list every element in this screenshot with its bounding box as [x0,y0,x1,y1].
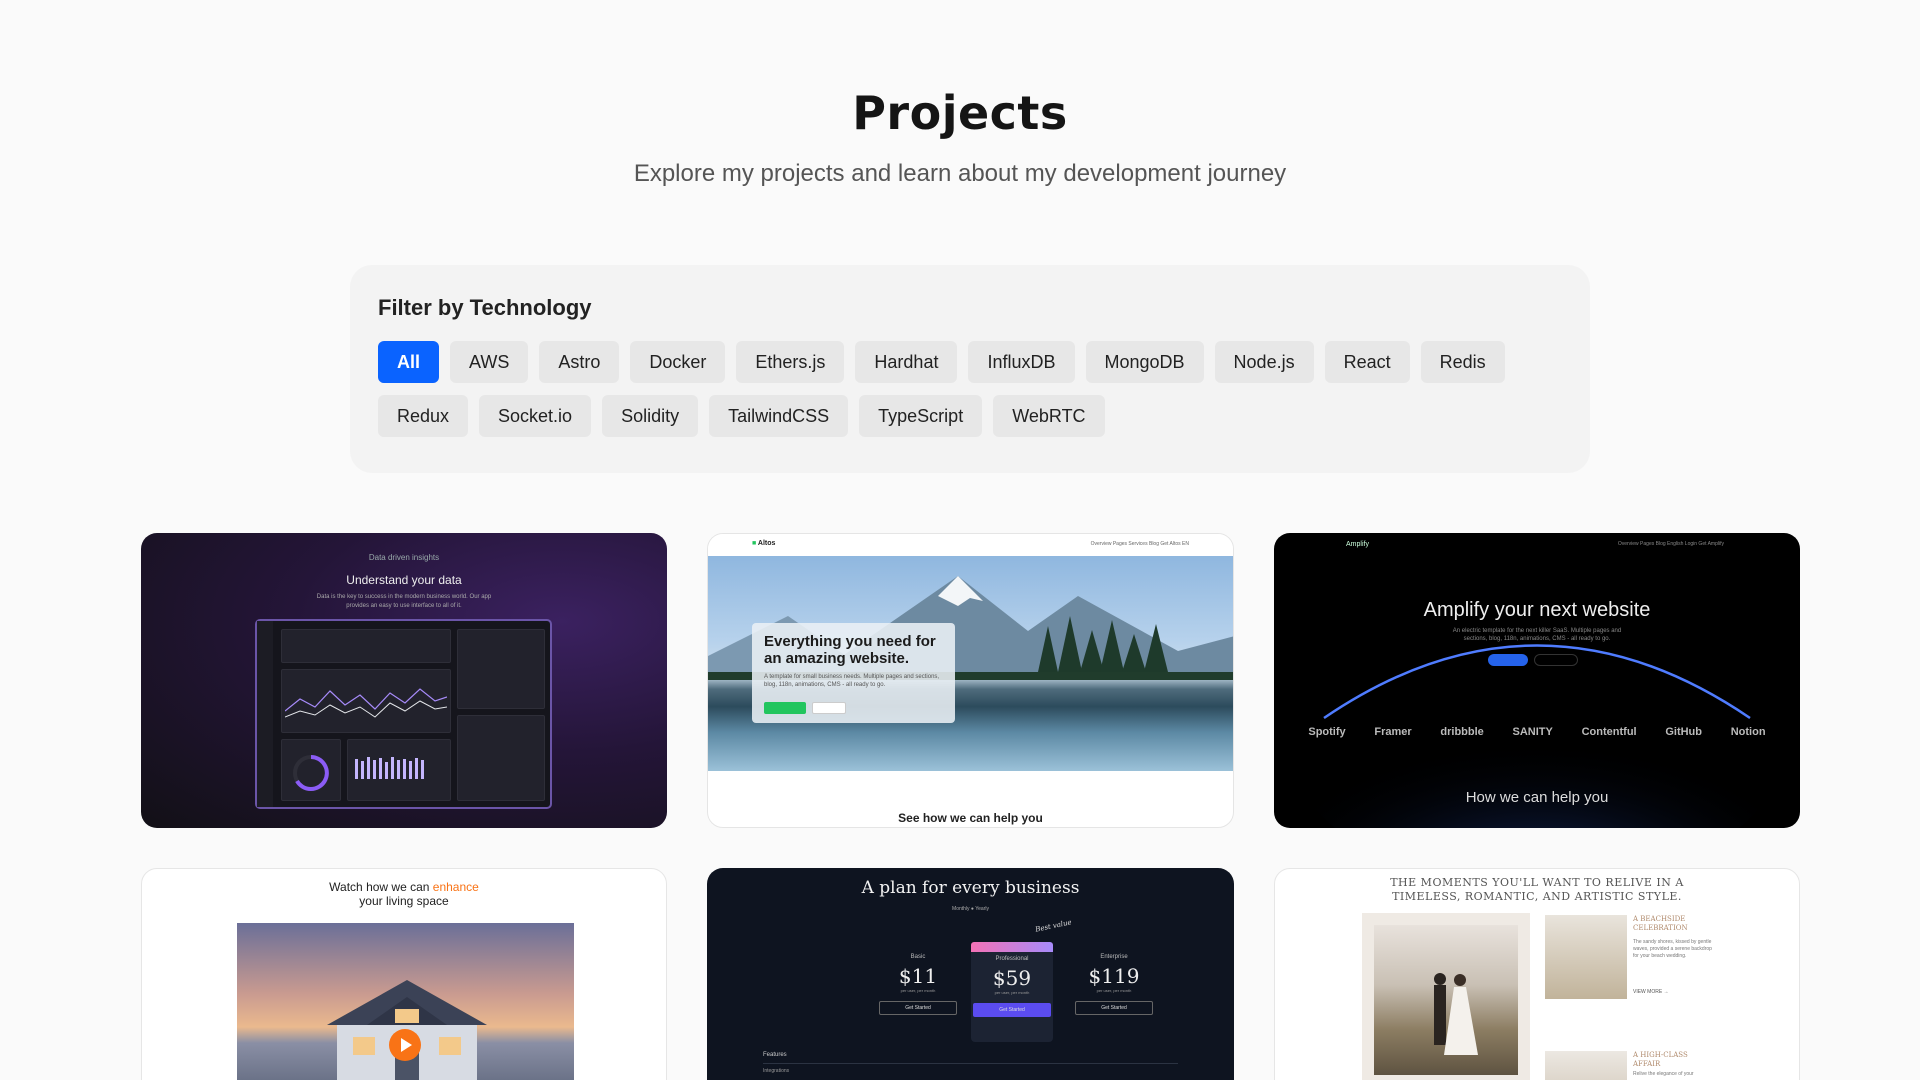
card-bottom-heading: See how we can help you [898,811,1043,825]
filter-chip-ethers-js[interactable]: Ethers.js [736,341,845,383]
list-tile [457,715,545,801]
card-heading: THE MOMENTS YOU'LL WANT TO RELIVE IN A T… [1390,876,1684,903]
house-photo [237,923,574,1080]
filter-chip-redis[interactable]: Redis [1420,341,1505,383]
watch-video-button [1534,654,1578,666]
partner-logos: Spotify Framer dribbble SANITY Contentful Git… [1274,726,1800,738]
couple-photo [1362,913,1530,1080]
page-header: Projects Explore my projects and learn a… [0,0,1920,188]
couple-silhouette [1434,973,1478,1055]
filter-chip-influxdb[interactable]: InfluxDB [968,341,1075,383]
card-heading: Watch how we can enhance your living spa… [329,880,479,908]
filter-chip-redux[interactable]: Redux [378,395,469,437]
tier-basic: Basic $11 per user, per month Get Starte… [877,946,959,1036]
logo-dribbble: dribbble [1440,726,1484,738]
logo-contentful: Contentful [1581,726,1637,738]
technology-filter-panel: Filter by Technology All AWS Astro Docker Et… [350,265,1590,473]
billing-toggle: Monthly ● Yearly [952,906,989,912]
beach-description: The sandy shores, kissed by gentle waves… [1633,939,1712,959]
hero-description: A template for small business needs. Mul… [764,674,940,688]
contact-button [764,702,806,714]
hero-heading: Amplify your next website [1423,599,1651,621]
hero-description: An electric template for the next killer… [1452,628,1622,642]
card-kicker: Data driven insights [368,553,440,562]
house-illustration [327,980,487,1080]
beach-photo [1545,915,1627,999]
card-description: Data is the key to success in the modern… [316,594,492,609]
page-title: Projects [852,86,1068,140]
logo-notion: Notion [1730,726,1766,738]
gauge-preview [293,755,329,791]
beach-caption: A BEACHSIDE CELEBRATION [1633,915,1688,932]
filter-chip-hardhat[interactable]: Hardhat [855,341,958,383]
logo-github: GitHub [1665,726,1702,738]
get-amplify-button [1488,654,1528,666]
affair-description: Relive the elegance of your [1633,1071,1694,1077]
project-card-data-insights[interactable]: Data driven insights Understand your dat… [141,533,667,828]
horizon-arc [1297,643,1777,828]
filter-chip-list: All AWS Astro Docker Ethers.js Hardhat InfluxD… [378,341,1538,437]
integrations-label: Integrations [763,1068,790,1074]
logo-framer: Framer [1374,726,1412,738]
filter-chip-socket-io[interactable]: Socket.io [479,395,592,437]
tier-enterprise: Enterprise $119 per user, per month Get … [1073,946,1155,1036]
stats-tile [281,629,451,663]
project-card-wedding[interactable]: THE MOMENTS YOU'LL WANT TO RELIVE IN A T… [1274,868,1800,1080]
get-altos-button [812,702,846,714]
mountain-lake-image: Everything you need for an amazing websi… [708,556,1233,771]
filter-chip-mongodb[interactable]: MongoDB [1085,341,1204,383]
filter-title: Filter by Technology [378,295,592,320]
filter-chip-astro[interactable]: Astro [539,341,620,383]
filter-chip-docker[interactable]: Docker [630,341,726,383]
card-nav-links: Overview Pages Services Blog Get Altos E… [1090,541,1189,547]
card-navbar: ■ Altos Overview Pages Services Blog Get… [708,534,1233,556]
features-label: Features [763,1052,787,1058]
filter-chip-webrtc[interactable]: WebRTC [993,395,1105,437]
line-chart-preview [285,688,447,718]
pricing-heading: A plan for every business [861,878,1080,898]
bar-chart-preview [355,757,424,779]
filter-chip-solidity[interactable]: Solidity [602,395,699,437]
affair-caption: A HIGH-CLASS AFFAIR [1633,1051,1688,1068]
logo-spotify: Spotify [1308,726,1346,738]
users-tile [457,629,545,709]
project-card-real-estate[interactable]: Watch how we can enhance your living spa… [141,868,667,1080]
features-divider [763,1063,1178,1064]
filter-chip-node-js[interactable]: Node.js [1214,341,1314,383]
filter-chip-typescript[interactable]: TypeScript [859,395,983,437]
hero-glass-card: Everything you need for an amazing websi… [752,623,955,723]
filter-chip-aws[interactable]: AWS [450,341,529,383]
highlight-word: enhance [432,880,479,894]
dashboard-sidebar [257,621,273,807]
couple-image [1374,925,1518,1075]
play-video-icon [389,1029,421,1061]
project-card-altos[interactable]: ■ Altos Overview Pages Services Blog Get… [707,533,1234,828]
tier-professional: Professional $59 per user, per month Get… [971,942,1053,1042]
view-more-link: VIEW MORE → [1633,989,1669,995]
project-card-pricing[interactable]: A plan for every business Monthly ● Year… [707,868,1234,1080]
logo-sanity: SANITY [1512,726,1553,738]
filter-chip-all[interactable]: All [378,341,440,383]
hero-heading: Everything you need for an amazing websi… [764,633,936,667]
filter-chip-tailwindcss[interactable]: TailwindCSS [709,395,849,437]
affair-photo [1545,1051,1627,1080]
card-heading: Understand your data [346,573,462,587]
altos-logo: ■ Altos [752,540,776,547]
project-card-amplify[interactable]: Amplify Overview Pages Blog English Logi… [1274,533,1800,828]
best-value-label: Best value [1034,918,1073,934]
filter-chip-react[interactable]: React [1324,341,1410,383]
best-value-bar [971,942,1053,952]
page-subtitle: Explore my projects and learn about my d… [633,160,1287,187]
dashboard-preview [255,619,552,809]
card-bottom-heading: How we can help you [1465,789,1609,806]
